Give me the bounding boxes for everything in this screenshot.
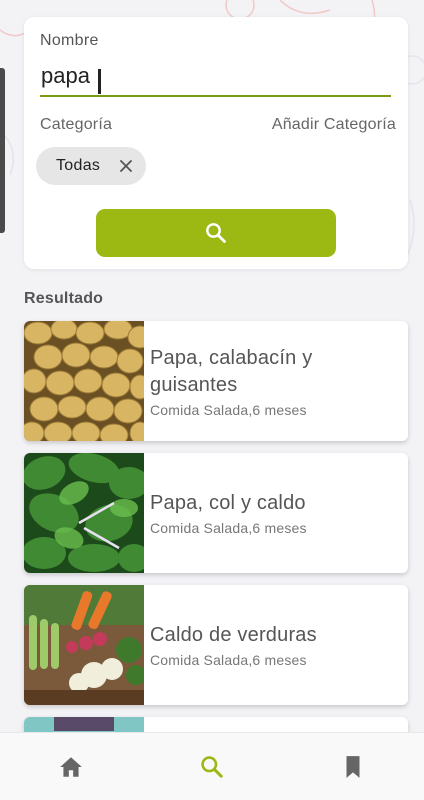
name-input[interactable]: [40, 61, 391, 97]
nav-home[interactable]: [0, 733, 141, 800]
result-thumbnail-mixed-vegetables: [24, 585, 144, 705]
result-title: Papa, col y caldo: [150, 492, 306, 514]
result-subtitle: Comida Salada,6 meses: [150, 520, 307, 536]
text-cursor: [98, 69, 101, 94]
category-chip-label: Todas: [56, 157, 101, 174]
category-chip[interactable]: Todas: [36, 147, 146, 185]
result-thumbnail-potatoes: [24, 321, 144, 441]
edge-drawer-handle[interactable]: [0, 68, 5, 233]
search-button[interactable]: [96, 209, 336, 257]
result-text: Papa, calabacín y guisantes Comida Salad…: [150, 321, 398, 441]
result-title: Caldo de verduras: [150, 624, 317, 646]
result-title: Papa, calabacín y guisantes: [150, 346, 313, 396]
results-heading: Resultado: [24, 290, 104, 307]
home-icon: [59, 756, 82, 777]
search-card: Nombre Categoría Añadir Categoría Todas: [24, 17, 408, 269]
name-label: Nombre: [40, 32, 99, 49]
bottom-navigation: [0, 732, 424, 800]
result-text: Papa, col y caldo Comida Salada,6 meses: [150, 453, 398, 573]
result-subtitle: Comida Salada,6 meses: [150, 401, 307, 418]
bookmark-icon: [346, 755, 360, 778]
search-icon: [201, 755, 223, 778]
nav-search[interactable]: [141, 733, 282, 800]
result-subtitle: Comida Salada,6 meses: [150, 652, 307, 668]
search-icon: [206, 223, 226, 243]
result-card[interactable]: Papa, calabacín y guisantes Comida Salad…: [24, 321, 408, 441]
nav-bookmarks[interactable]: [283, 733, 424, 800]
result-card[interactable]: Papa, col y caldo Comida Salada,6 meses: [24, 453, 408, 573]
add-category-link[interactable]: Añadir Categoría: [272, 116, 396, 134]
result-text: Caldo de verduras Comida Salada,6 meses: [150, 585, 398, 705]
result-card[interactable]: Caldo de verduras Comida Salada,6 meses: [24, 585, 408, 705]
category-label: Categoría: [40, 116, 113, 133]
close-icon[interactable]: [118, 158, 134, 174]
result-thumbnail-leafy-greens: [24, 453, 144, 573]
